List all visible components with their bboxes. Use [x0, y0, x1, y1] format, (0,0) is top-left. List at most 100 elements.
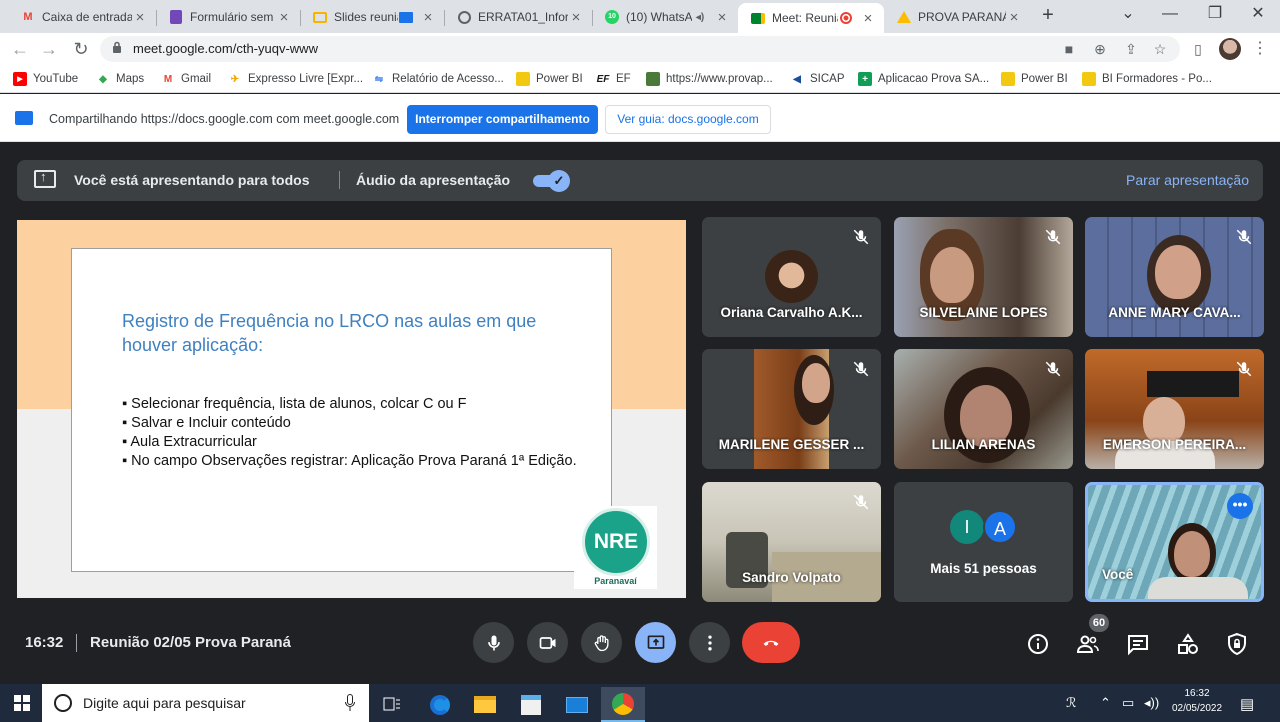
- speaker-icon[interactable]: ◂): [692, 9, 708, 25]
- taskbar-file-explorer[interactable]: [463, 687, 507, 722]
- close-icon[interactable]: ×: [714, 9, 730, 26]
- more-options-icon[interactable]: •••: [1227, 493, 1253, 519]
- tab-strip: M Caixa de entrada × Formulário sem t × …: [0, 0, 1280, 33]
- microphone-button[interactable]: [473, 622, 514, 663]
- share-icon[interactable]: ⇪: [1122, 40, 1140, 58]
- bookmark-expresso[interactable]: ✈ Expresso Livre [Expr...: [228, 71, 363, 87]
- slide-bullet: Aula Extracurricular: [122, 433, 582, 452]
- chat-button[interactable]: [1126, 632, 1150, 656]
- volume-icon[interactable]: ◂)): [1144, 695, 1159, 711]
- maximize-button[interactable]: ❐: [1195, 2, 1235, 26]
- present-now-button[interactable]: [635, 622, 676, 663]
- task-view-button[interactable]: [370, 687, 414, 722]
- participant-tile[interactable]: LILIAN ARENAS: [894, 349, 1073, 469]
- link-icon: [646, 72, 660, 86]
- more-participants-tile[interactable]: I A Mais 51 pessoas: [894, 482, 1073, 602]
- participant-tile[interactable]: SILVELAINE LOPES: [894, 217, 1073, 337]
- host-controls-button[interactable]: [1225, 632, 1249, 656]
- close-icon[interactable]: ×: [276, 9, 292, 26]
- show-hidden-icons-icon[interactable]: ⌃: [1100, 695, 1111, 711]
- forms-icon: [168, 9, 184, 25]
- bookmark-relatorio[interactable]: ⇋ Relatório de Acesso...: [372, 71, 504, 87]
- taskbar-chrome[interactable]: [601, 687, 645, 722]
- close-window-button[interactable]: ✕: [1238, 2, 1278, 26]
- close-icon[interactable]: ×: [568, 9, 584, 26]
- taskbar-edge[interactable]: [418, 687, 462, 722]
- taskbar-clock-date[interactable]: 02/05/2022: [1166, 703, 1228, 714]
- bookmark-label: Power BI: [536, 73, 583, 85]
- bookmark-bi-formadores[interactable]: BI Formadores - Po...: [1082, 71, 1212, 87]
- store-icon: [521, 694, 541, 715]
- close-icon[interactable]: ×: [420, 9, 436, 26]
- stop-sharing-button[interactable]: Interromper compartilhamento: [407, 105, 598, 134]
- back-button[interactable]: ←: [9, 38, 31, 60]
- taskbar-search-box[interactable]: Digite aqui para pesquisar: [42, 684, 369, 722]
- leave-call-button[interactable]: [742, 622, 800, 663]
- zoom-icon[interactable]: ⊕: [1091, 40, 1109, 58]
- bookmark-powerbi[interactable]: Power BI: [516, 71, 583, 87]
- participant-tile[interactable]: ANNE MARY CAVA...: [1085, 217, 1264, 337]
- bookmark-label: Expresso Livre [Expr...: [248, 73, 364, 85]
- self-view-tile[interactable]: ••• Você: [1085, 482, 1264, 602]
- camera-button[interactable]: [527, 622, 568, 663]
- minimize-button[interactable]: —: [1150, 2, 1190, 26]
- bookmark-aplicacao[interactable]: + Aplicacao Prova SA...: [858, 71, 989, 87]
- stop-presenting-button[interactable]: Parar apresentação: [1126, 172, 1249, 188]
- participant-tile[interactable]: EMERSON PEREIRA...: [1085, 349, 1264, 469]
- tab-errata[interactable]: ERRATA01_Inform ×: [444, 3, 592, 31]
- participant-tile[interactable]: Sandro Volpato: [702, 482, 881, 602]
- tab-search-icon[interactable]: ⌄: [1108, 2, 1148, 26]
- expresso-icon: ✈: [230, 73, 240, 85]
- forward-button[interactable]: →: [38, 38, 60, 60]
- bookmark-powerbi-2[interactable]: Power BI: [1001, 71, 1068, 87]
- bookmark-star-icon[interactable]: ☆: [1151, 40, 1169, 58]
- tab-gmail[interactable]: M Caixa de entrada ×: [8, 3, 156, 31]
- slide-bullet-list: Selecionar frequência, lista de alunos, …: [122, 395, 582, 471]
- bookmark-youtube[interactable]: ▶ YouTube: [13, 71, 78, 87]
- raise-hand-button[interactable]: [581, 622, 622, 663]
- bookmark-label: YouTube: [33, 73, 79, 85]
- bookmark-ef[interactable]: EF EF: [596, 71, 631, 87]
- profile-avatar[interactable]: [1219, 38, 1241, 60]
- notification-center-icon[interactable]: ▤: [1240, 695, 1254, 713]
- close-icon[interactable]: ×: [132, 9, 148, 26]
- slides-icon: [312, 9, 328, 25]
- reload-button[interactable]: ↻: [70, 38, 92, 60]
- tab-whatsapp[interactable]: 10 (10) WhatsA ◂) ×: [592, 3, 738, 31]
- close-icon[interactable]: ×: [860, 10, 876, 27]
- tab-title: Formulário sem t: [190, 10, 276, 24]
- participants-button[interactable]: [1076, 632, 1100, 656]
- windows-start-button[interactable]: [14, 695, 30, 711]
- nre-logo-circle: NRE: [582, 508, 650, 576]
- camera-icon[interactable]: ■: [1060, 40, 1078, 58]
- participant-tile[interactable]: Oriana Carvalho A.K...: [702, 217, 881, 337]
- presentation-audio-toggle[interactable]: ✓: [533, 170, 571, 192]
- close-icon[interactable]: ×: [1006, 9, 1022, 26]
- tab-drive[interactable]: PROVA PARANÁ ×: [884, 3, 1030, 31]
- taskbar-mail[interactable]: [555, 687, 599, 722]
- tab-title: Meet: Reuniã: [772, 11, 838, 25]
- more-options-button[interactable]: [689, 622, 730, 663]
- taskbar-store[interactable]: [509, 687, 553, 722]
- address-bar[interactable]: meet.google.com/cth-yuqv-www ■ ⊕ ⇪ ☆: [100, 36, 1180, 62]
- tab-meet[interactable]: Meet: Reuniã ×: [738, 3, 884, 33]
- participant-tile[interactable]: MARILENE GESSER ...: [702, 349, 881, 469]
- new-tab-button[interactable]: +: [1038, 4, 1058, 28]
- taskbar-clock-time[interactable]: 16:32: [1168, 688, 1226, 699]
- network-icon[interactable]: ▭: [1122, 695, 1134, 711]
- people-tray-icon[interactable]: ℛ: [1066, 695, 1076, 711]
- bookmark-gmail[interactable]: M Gmail: [161, 71, 211, 87]
- view-tab-button[interactable]: Ver guia: docs.google.com: [605, 105, 771, 134]
- meeting-details-button[interactable]: [1026, 632, 1050, 656]
- meeting-title: Reunião 02/05 Prova Paraná: [90, 634, 291, 651]
- bookmark-sicap[interactable]: ◀ SICAP: [790, 71, 844, 87]
- browser-menu-icon[interactable]: ⋮: [1252, 37, 1268, 61]
- participant-name: SILVELAINE LOPES: [919, 305, 1048, 320]
- bookmark-provap[interactable]: https://www.provap...: [646, 71, 773, 87]
- tab-slides[interactable]: Slides reuniã ×: [300, 3, 444, 31]
- activities-button[interactable]: [1176, 632, 1200, 656]
- microphone-icon[interactable]: [345, 694, 355, 712]
- bookmark-maps[interactable]: ◆ Maps: [96, 71, 144, 87]
- tab-forms[interactable]: Formulário sem t ×: [156, 3, 300, 31]
- side-panel-icon[interactable]: ▯: [1189, 40, 1207, 58]
